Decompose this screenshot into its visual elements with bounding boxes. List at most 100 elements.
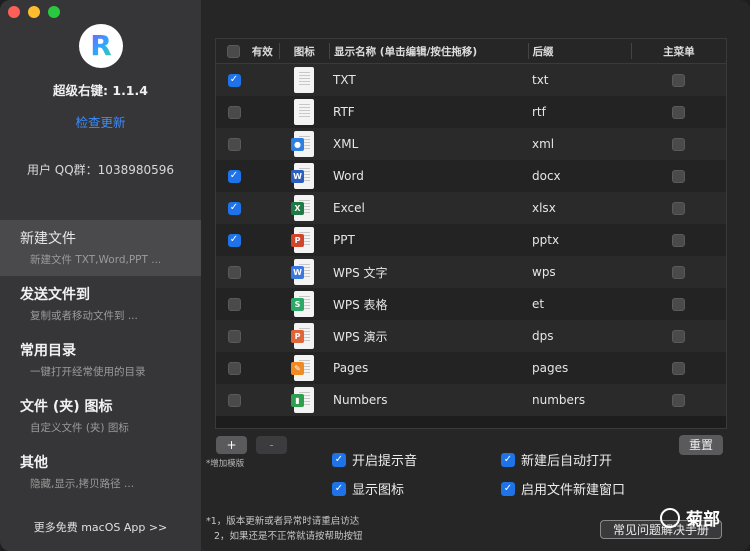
suffix-cell[interactable]: wps — [528, 265, 631, 279]
suffix-cell[interactable]: dps — [528, 329, 631, 343]
remove-template-button[interactable]: - — [256, 436, 287, 454]
enabled-cell — [216, 393, 252, 407]
name-cell[interactable]: XML — [329, 137, 528, 151]
table-row[interactable]: ✓ P PPT pptx — [216, 224, 726, 256]
add-template-button[interactable]: + — [216, 436, 247, 454]
suffix-cell[interactable]: et — [528, 297, 631, 311]
suffix-cell[interactable]: numbers — [528, 393, 631, 407]
name-cell[interactable]: WPS 文字 — [329, 264, 528, 281]
excel-file-icon: X — [291, 195, 314, 221]
close-window-button[interactable] — [8, 6, 20, 18]
main-menu-checkbox[interactable] — [672, 169, 685, 183]
main-menu-checkbox[interactable] — [672, 73, 685, 87]
main-menu-cell — [631, 73, 726, 87]
name-cell[interactable]: Numbers — [329, 393, 528, 407]
table-row[interactable]: W WPS 文字 wps — [216, 256, 726, 288]
table-row[interactable]: ✓ TXT txt — [216, 64, 726, 96]
auto-open-checkbox[interactable]: ✓ — [501, 452, 515, 467]
name-cell[interactable]: Pages — [329, 361, 528, 375]
enabled-checkbox[interactable] — [227, 105, 241, 119]
suffix-cell[interactable]: xml — [528, 137, 631, 151]
help-notes: *1，版本更新或者异常时请重启访达 2，如果还是不正常就请按帮助按钮 — [206, 514, 363, 544]
option-auto-open[interactable]: ✓ 新建后自动打开 — [501, 450, 612, 469]
sidebar-item-common-dirs[interactable]: 常用目录 一键打开经常使用的目录 — [0, 332, 201, 388]
wps-writer-icon: W — [291, 259, 314, 285]
name-cell[interactable]: WPS 演示 — [329, 328, 528, 345]
suffix-cell[interactable]: pages — [528, 361, 631, 375]
sidebar-item-send-to[interactable]: 发送文件到 复制或者移动文件到 ... — [0, 276, 201, 332]
main-menu-checkbox[interactable] — [672, 393, 685, 407]
main-menu-cell — [631, 329, 726, 343]
enabled-checkbox[interactable]: ✓ — [227, 233, 241, 247]
sidebar: R 超级右键: 1.1.4 检查更新 用户 QQ群：1038980596 新建文… — [0, 0, 201, 551]
suffix-cell[interactable]: txt — [528, 73, 631, 87]
main-menu-checkbox[interactable] — [672, 137, 685, 151]
table-row[interactable]: ✓ W Word docx — [216, 160, 726, 192]
name-cell[interactable]: RTF — [329, 105, 528, 119]
table-header: 有效 图标 显示名称 (单击编辑/按住拖移) 后缀 主菜单 — [216, 39, 726, 64]
table-row[interactable]: P WPS 演示 dps — [216, 320, 726, 352]
table-row[interactable]: ✓ X Excel xlsx — [216, 192, 726, 224]
check-update-link[interactable]: 检查更新 — [0, 112, 201, 131]
new-file-window-checkbox[interactable]: ✓ — [501, 481, 515, 496]
option-show-icon[interactable]: ✓ 显示图标 — [332, 479, 404, 498]
enabled-checkbox[interactable] — [227, 393, 241, 407]
icon-cell: ● — [279, 131, 329, 157]
suffix-cell[interactable]: rtf — [528, 105, 631, 119]
enabled-checkbox[interactable] — [227, 361, 241, 375]
main-menu-checkbox[interactable] — [672, 233, 685, 247]
more-apps-link[interactable]: 更多免费 macOS App >> — [0, 519, 201, 535]
enabled-checkbox[interactable]: ✓ — [227, 73, 241, 87]
file-badge: ● — [291, 138, 304, 151]
enabled-cell: ✓ — [216, 73, 252, 87]
option-sound[interactable]: ✓ 开启提示音 — [332, 450, 417, 469]
main-menu-checkbox[interactable] — [672, 297, 685, 311]
main-menu-checkbox[interactable] — [672, 329, 685, 343]
xml-file-icon: ● — [291, 131, 314, 157]
sidebar-item-subtitle: 隐藏,显示,拷贝路径 ... — [30, 478, 135, 490]
enabled-cell: ✓ — [216, 233, 252, 247]
main-menu-checkbox[interactable] — [672, 105, 685, 119]
table-row[interactable]: ✎ Pages pages — [216, 352, 726, 384]
name-cell[interactable]: WPS 表格 — [329, 296, 528, 313]
zoom-window-button[interactable] — [48, 6, 60, 18]
sidebar-item-title: 发送文件到 — [20, 287, 90, 303]
sidebar-item-other[interactable]: 其他 隐藏,显示,拷贝路径 ... — [0, 444, 201, 500]
table-row[interactable]: ▮ Numbers numbers — [216, 384, 726, 416]
select-all-checkbox[interactable] — [227, 44, 241, 58]
option-new-file-window[interactable]: ✓ 启用文件新建窗口 — [501, 479, 625, 498]
enabled-checkbox[interactable] — [227, 265, 241, 279]
enabled-checkbox[interactable] — [227, 329, 241, 343]
table-row[interactable]: RTF rtf — [216, 96, 726, 128]
sidebar-item-folder-icons[interactable]: 文件 (夹) 图标 自定义文件 (夹) 图标 — [0, 388, 201, 444]
suffix-cell[interactable]: docx — [528, 169, 631, 183]
enabled-checkbox[interactable] — [227, 297, 241, 311]
main-menu-checkbox[interactable] — [672, 265, 685, 279]
table-row[interactable]: S WPS 表格 et — [216, 288, 726, 320]
watermark-text: 菊部 — [686, 510, 720, 530]
enabled-checkbox[interactable] — [227, 137, 241, 151]
suffix-cell[interactable]: pptx — [528, 233, 631, 247]
table-row[interactable]: ● XML xml — [216, 128, 726, 160]
main-menu-checkbox[interactable] — [672, 201, 685, 215]
minimize-window-button[interactable] — [28, 6, 40, 18]
enabled-checkbox[interactable]: ✓ — [227, 201, 241, 215]
enabled-cell — [216, 105, 252, 119]
enabled-checkbox[interactable]: ✓ — [227, 169, 241, 183]
wps-slides-icon: P — [291, 323, 314, 349]
show-icon-checkbox[interactable]: ✓ — [332, 481, 346, 496]
main-menu-checkbox[interactable] — [672, 361, 685, 375]
sound-checkbox[interactable]: ✓ — [332, 452, 346, 467]
name-cell[interactable]: TXT — [329, 73, 528, 87]
name-cell[interactable]: Excel — [329, 201, 528, 215]
name-cell[interactable]: Word — [329, 169, 528, 183]
suffix-cell[interactable]: xlsx — [528, 201, 631, 215]
file-badge: ▮ — [291, 394, 304, 407]
main-menu-cell — [631, 201, 726, 215]
file-badge: ✎ — [291, 362, 304, 375]
enabled-cell — [216, 137, 252, 151]
wps-sheet-icon: S — [291, 291, 314, 317]
sidebar-item-new-file[interactable]: 新建文件 新建文件 TXT,Word,PPT ... — [0, 220, 201, 276]
reset-button[interactable]: 重置 — [679, 435, 723, 455]
name-cell[interactable]: PPT — [329, 233, 528, 247]
